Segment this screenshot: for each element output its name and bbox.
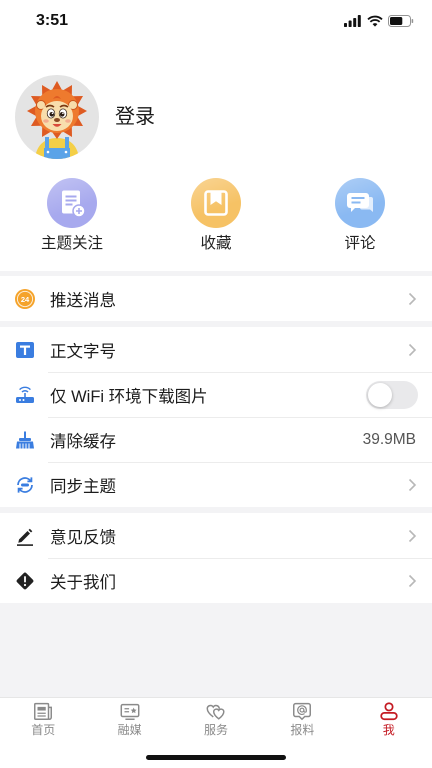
feedback-label: 意见反馈	[50, 528, 116, 547]
tab-label: 融媒	[117, 723, 142, 737]
quick-action-favorites[interactable]: 收藏	[144, 178, 288, 254]
quick-action-comments[interactable]: 评论	[288, 178, 432, 254]
push-icon-number: 24	[21, 294, 30, 303]
quick-action-label: 评论	[344, 235, 376, 252]
tab-me[interactable]: 我	[346, 698, 432, 737]
profile-person-icon	[378, 700, 400, 722]
clear-cache-label: 清除缓存	[50, 432, 116, 451]
push-notification-icon: 24	[14, 288, 36, 310]
bottom-tab-bar: 首页 融媒 服务 报料 我	[0, 697, 432, 768]
wifi-router-icon	[14, 384, 36, 406]
wifi-only-images-toggle[interactable]	[366, 380, 418, 409]
media-tv-icon	[119, 700, 141, 722]
tab-media[interactable]: 融媒	[86, 698, 172, 737]
sync-topics-label: 同步主题	[50, 477, 116, 496]
settings-section-notifications: 24 推送消息	[0, 276, 432, 321]
cellular-signal-icon	[344, 15, 361, 27]
status-time: 3:51	[36, 12, 69, 29]
tab-news-tip[interactable]: 报料	[259, 698, 345, 737]
status-bar: 3:51	[0, 0, 432, 44]
login-link[interactable]: 登录	[115, 105, 155, 129]
quick-action-topic-follow[interactable]: 主题关注	[0, 178, 144, 254]
info-diamond-icon	[14, 570, 36, 592]
tab-label: 我	[382, 723, 395, 737]
wifi-only-images-row: 仅 WiFi 环境下载图片	[0, 372, 432, 417]
quick-actions: 主题关注 收藏 评论	[0, 178, 432, 254]
favorites-icon	[191, 178, 241, 228]
font-size-row[interactable]: 正文字号	[0, 327, 432, 372]
news-tip-chat-icon	[291, 700, 313, 722]
clear-cache-row[interactable]: 清除缓存 39.9MB	[0, 417, 432, 462]
settings-section-reading: 正文字号 仅 WiFi 环境下载图片 清除缓存 39.9MB 同步主题	[0, 327, 432, 507]
lion-mascot-avatar	[27, 81, 87, 159]
quick-action-label: 主题关注	[40, 235, 103, 252]
service-hearts-icon	[205, 700, 227, 722]
home-indicator[interactable]	[146, 755, 286, 760]
chevron-right-icon	[408, 529, 417, 543]
quick-action-label: 收藏	[200, 235, 232, 252]
tab-home[interactable]: 首页	[0, 698, 86, 737]
avatar[interactable]	[15, 75, 99, 159]
chevron-right-icon	[408, 574, 417, 588]
push-messages-row[interactable]: 24 推送消息	[0, 276, 432, 321]
edit-pencil-icon	[14, 525, 36, 547]
about-us-row[interactable]: 关于我们	[0, 558, 432, 603]
sync-topics-row[interactable]: 同步主题	[0, 462, 432, 507]
toggle-knob	[368, 382, 392, 407]
battery-level-fill	[390, 17, 403, 25]
push-messages-label: 推送消息	[50, 291, 116, 310]
about-us-label: 关于我们	[50, 573, 116, 592]
status-icons	[344, 15, 414, 27]
tab-label: 服务	[203, 723, 228, 737]
settings-section-about: 意见反馈 关于我们	[0, 513, 432, 603]
profile-header: 3:51 登录 主题关注 收藏 评论	[0, 0, 432, 271]
battery-icon	[388, 15, 414, 27]
tab-services[interactable]: 服务	[173, 698, 259, 737]
font-size-label: 正文字号	[50, 342, 116, 361]
chevron-right-icon	[408, 478, 417, 492]
topic-follow-icon	[47, 178, 97, 228]
comment-icon	[335, 178, 385, 228]
profile-screen: 3:51 登录 主题关注 收藏 评论 24 推送消息 正文字号 仅 WiFi 环…	[0, 0, 432, 768]
newspaper-icon	[32, 700, 54, 722]
font-size-icon	[14, 339, 36, 361]
wifi-only-images-label: 仅 WiFi 环境下载图片	[50, 387, 208, 406]
sync-icon	[14, 474, 36, 496]
tab-list: 首页 融媒 服务 报料 我	[0, 698, 432, 737]
feedback-row[interactable]: 意见反馈	[0, 513, 432, 558]
tab-label: 报料	[290, 723, 315, 737]
cache-size-value: 39.9MB	[362, 430, 416, 448]
wifi-icon	[367, 15, 383, 27]
tab-label: 首页	[31, 723, 56, 737]
chevron-right-icon	[408, 292, 417, 306]
broom-icon	[14, 429, 36, 451]
chevron-right-icon	[408, 343, 417, 357]
